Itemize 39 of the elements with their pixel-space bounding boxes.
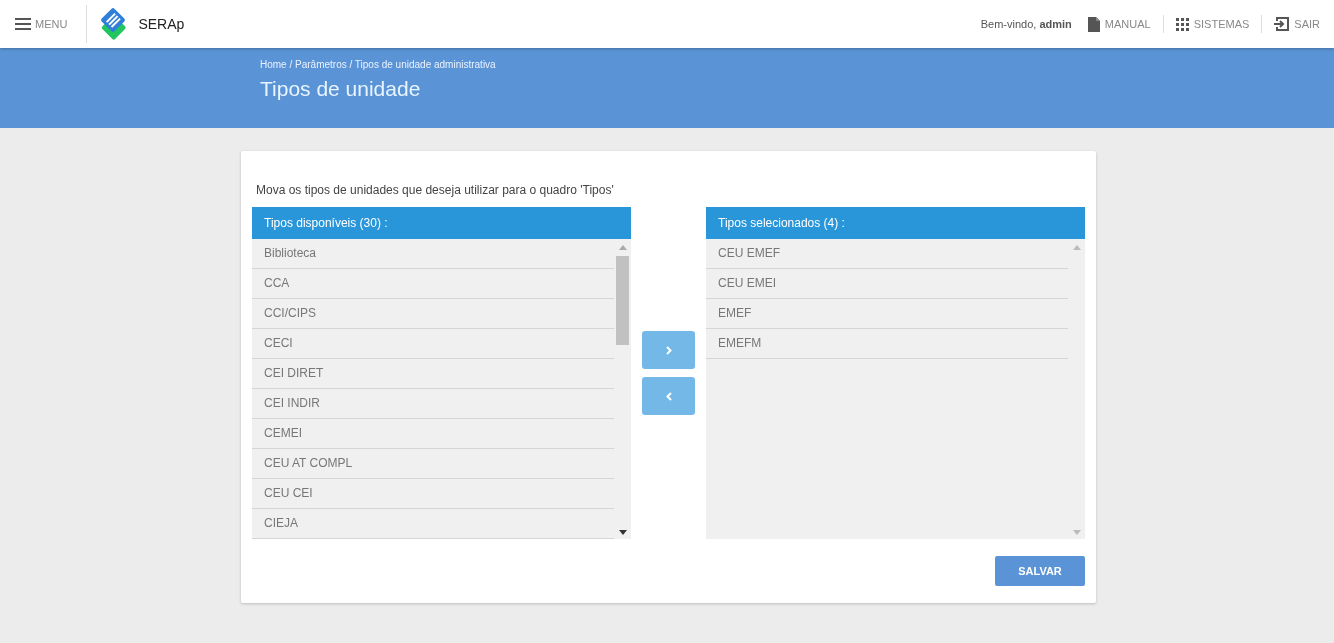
menu-icon <box>15 18 31 30</box>
list-item[interactable]: CEU AT COMPL <box>252 449 614 479</box>
list-item[interactable]: CEMEI <box>252 419 614 449</box>
scroll-up-icon[interactable] <box>618 245 627 250</box>
list-item[interactable]: CEU CEI <box>252 479 614 509</box>
exit-link[interactable]: SAIR <box>1274 17 1320 31</box>
grid-icon <box>1175 17 1189 31</box>
chevron-right-icon <box>665 345 672 355</box>
logout-icon <box>1274 17 1290 31</box>
logo-icon <box>99 7 128 41</box>
manual-link[interactable]: MANUAL <box>1087 16 1151 32</box>
scroll-up-icon[interactable] <box>1072 245 1081 250</box>
list-item[interactable]: Biblioteca <box>252 239 614 269</box>
list-item[interactable]: CCA <box>252 269 614 299</box>
list-header: Tipos selecionados (4) : <box>706 207 1085 239</box>
list-item[interactable]: CEI INDIR <box>252 389 614 419</box>
list-item[interactable]: CCI/CIPS <box>252 299 614 329</box>
list-item[interactable]: EMEF <box>706 299 1068 329</box>
welcome-text: Bem-vindo, admin <box>980 18 1072 30</box>
chevron-left-icon <box>665 391 672 401</box>
move-left-button[interactable] <box>642 377 695 415</box>
list-item[interactable]: CEI DIRET <box>252 359 614 389</box>
list-item[interactable]: CIEJA <box>252 509 614 539</box>
move-right-button[interactable] <box>642 331 695 369</box>
list-item[interactable]: CECI <box>252 329 614 359</box>
app-name: SERAp <box>138 16 185 32</box>
systems-link[interactable]: SISTEMAS <box>1175 17 1250 31</box>
instruction-text: Mova os tipos de unidades que deseja utilizar para o quadro 'Tipos' <box>256 183 615 197</box>
page-title: Tipos de unidade <box>260 77 422 101</box>
list-header: Tipos disponíveis (30) : <box>252 207 631 239</box>
scroll-down-icon[interactable] <box>618 530 627 535</box>
scrollbar-thumb[interactable] <box>616 256 629 345</box>
breadcrumb: Home / Parâmetros / Tipos de unidade administrativa <box>260 59 497 70</box>
list-item[interactable]: CEU EMEF <box>706 239 1068 269</box>
document-icon <box>1087 16 1100 32</box>
menu-button[interactable]: MENU <box>15 18 68 30</box>
list-item[interactable]: CEU EMEI <box>706 269 1068 299</box>
save-button[interactable]: SALVAR <box>995 556 1085 586</box>
list-item[interactable]: EMEFM <box>706 329 1068 359</box>
